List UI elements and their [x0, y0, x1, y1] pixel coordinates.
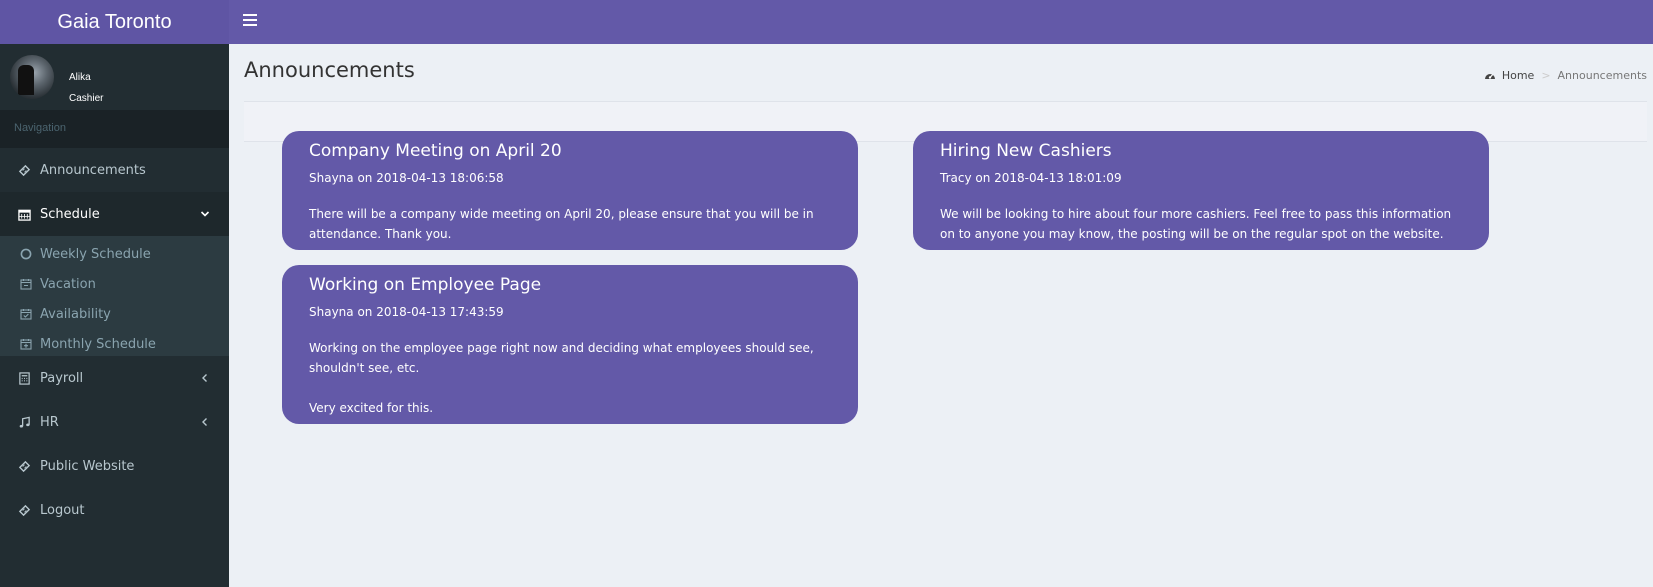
calendar-minus-icon [19, 278, 32, 291]
submenu-item-availability[interactable]: Availability [0, 299, 229, 329]
calendar-plus-icon [19, 338, 32, 351]
announcement-body: We will be looking to hire about four mo… [940, 207, 1452, 241]
user-role: Cashier [69, 93, 104, 104]
chevron-left-icon [198, 371, 212, 385]
user-panel: Alika Cashier [0, 44, 229, 110]
nav-header: Navigation [0, 110, 229, 148]
sidebar-item-payroll[interactable]: Payroll [0, 356, 229, 400]
sidebar-item-logout[interactable]: Logout [0, 488, 229, 532]
ticket-icon [17, 163, 31, 177]
sidebar-item-label: Announcements [40, 162, 146, 178]
dashboard-icon [1484, 74, 1495, 79]
announcement-title: Working on Employee Page [309, 275, 542, 295]
announcement-title: Company Meeting on April 20 [309, 141, 562, 161]
breadcrumb-home[interactable]: Home [1484, 69, 1534, 82]
sidebar-item-label: HR [40, 414, 59, 430]
submenu-item-label: Weekly Schedule [40, 246, 151, 262]
sidebar-item-announcements[interactable]: Announcements [0, 148, 229, 192]
ticket-icon [17, 503, 31, 517]
top-navbar [229, 0, 1653, 44]
sidebar-toggle-icon[interactable] [243, 14, 257, 27]
page-title: Announcements [244, 58, 415, 82]
sidebar-item-label: Payroll [40, 370, 84, 386]
breadcrumb-current: Announcements [1557, 69, 1647, 82]
submenu-item-monthly-schedule[interactable]: Monthly Schedule [0, 329, 229, 359]
submenu-item-label: Vacation [40, 276, 96, 292]
announcement-title: Hiring New Cashiers [940, 141, 1112, 161]
sidebar: Alika Cashier Navigation Announcements S… [0, 44, 229, 587]
announcement-meta: Tracy on 2018-04-13 18:01:09 [940, 171, 1122, 185]
submenu-item-weekly-schedule[interactable]: Weekly Schedule [0, 239, 229, 269]
ticket-icon [17, 459, 31, 473]
sidebar-item-hr[interactable]: HR [0, 400, 229, 444]
sidebar-item-label: Schedule [40, 206, 100, 222]
announcement-card: Company Meeting on April 20 Shayna on 20… [282, 131, 858, 250]
avatar [10, 55, 54, 99]
announcement-meta: Shayna on 2018-04-13 18:06:58 [309, 171, 504, 185]
chevron-left-icon [198, 415, 212, 429]
breadcrumb-home-label: Home [1501, 69, 1535, 82]
announcement-card: Working on Employee Page Shayna on 2018-… [282, 265, 858, 424]
submenu-item-label: Monthly Schedule [40, 336, 156, 352]
circle-icon [19, 248, 32, 261]
sidebar-item-label: Logout [40, 502, 85, 518]
chevron-down-icon [198, 207, 212, 221]
announcement-card: Hiring New Cashiers Tracy on 2018-04-13 … [913, 131, 1489, 250]
calculator-icon [17, 371, 31, 385]
submenu-item-label: Availability [40, 306, 111, 322]
user-name: Alika [69, 72, 91, 83]
calendar-icon [17, 207, 31, 221]
announcement-body: There will be a company wide meeting on … [309, 207, 814, 241]
music-icon [17, 415, 31, 429]
brand-logo[interactable]: Gaia Toronto [0, 0, 229, 44]
schedule-submenu: Weekly Schedule Vacation Availability Mo… [0, 236, 229, 356]
announcement-body: Working on the employee page right now a… [309, 341, 814, 415]
sidebar-item-public-website[interactable]: Public Website [0, 444, 229, 488]
calendar-check-icon [19, 308, 32, 321]
breadcrumb-separator: > [1541, 69, 1551, 82]
submenu-item-vacation[interactable]: Vacation [0, 269, 229, 299]
sidebar-item-schedule[interactable]: Schedule [0, 192, 229, 236]
sidebar-item-label: Public Website [40, 458, 135, 474]
announcement-meta: Shayna on 2018-04-13 17:43:59 [309, 305, 504, 319]
breadcrumb: Home > Announcements [1484, 69, 1647, 82]
